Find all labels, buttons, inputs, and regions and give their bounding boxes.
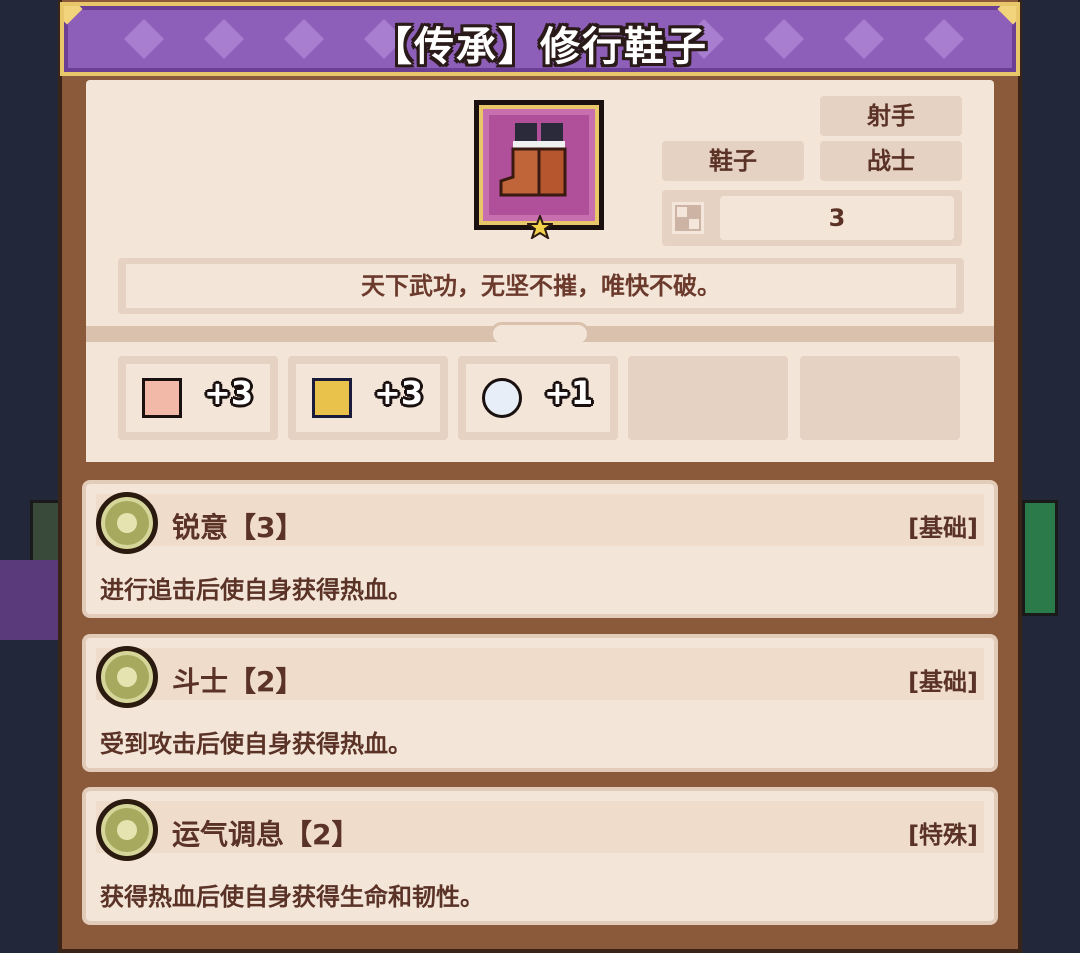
boots-icon[interactable] bbox=[474, 100, 604, 239]
background-glow bbox=[0, 560, 60, 640]
flavor-text: 天下武功，无坚不摧，唯快不破。 bbox=[126, 264, 956, 308]
skill-card[interactable]: 斗士【2】 [基础] 受到攻击后使自身获得热血。 bbox=[86, 638, 994, 768]
stack-row: 3 bbox=[662, 190, 962, 246]
stat-slot-empty-2 bbox=[800, 356, 960, 440]
stat-value-3: +1 bbox=[544, 374, 594, 412]
stat-slot-empty-1 bbox=[628, 356, 788, 440]
medal-icon bbox=[96, 492, 158, 554]
skill-card[interactable]: 运气调息【2】 [特殊] 获得热血后使自身获得生命和韧性。 bbox=[86, 791, 994, 921]
skill-card[interactable]: 锐意【3】 [基础] 进行追击后使自身获得热血。 bbox=[86, 484, 994, 614]
skill-name: 运气调息【2】 bbox=[172, 818, 360, 851]
stat-value-1: +3 bbox=[204, 374, 254, 412]
stat-slot-3: +1 bbox=[458, 356, 618, 440]
skill-type: [基础] bbox=[908, 514, 978, 542]
feather-icon bbox=[482, 378, 522, 418]
medal-icon bbox=[96, 799, 158, 861]
skill-name: 斗士【2】 bbox=[172, 665, 304, 698]
skill-type: [基础] bbox=[908, 668, 978, 696]
tag-class-warrior: 战士 bbox=[820, 141, 962, 181]
flavor-box: 天下武功，无坚不摧，唯快不破。 bbox=[118, 258, 964, 314]
boot-icon bbox=[312, 378, 352, 418]
skill-description: 受到攻击后使自身获得热血。 bbox=[100, 730, 412, 758]
title-bar: 【传承】修行鞋子 bbox=[60, 2, 1020, 76]
fist-icon bbox=[142, 378, 182, 418]
tag-item-type: 鞋子 bbox=[662, 141, 804, 181]
skill-description: 获得热血后使自身获得生命和韧性。 bbox=[100, 883, 484, 911]
skill-type: [特殊] bbox=[908, 821, 978, 849]
medal-icon bbox=[96, 646, 158, 708]
star-icon bbox=[527, 215, 553, 239]
item-title: 【传承】修行鞋子 bbox=[372, 24, 708, 70]
skill-description: 进行追击后使自身获得热血。 bbox=[100, 576, 412, 604]
grid-icon bbox=[672, 202, 704, 234]
stat-value-2: +3 bbox=[374, 374, 424, 412]
skill-name: 锐意【3】 bbox=[172, 511, 304, 544]
stat-slot-2: +3 bbox=[288, 356, 448, 440]
tag-class-archer: 射手 bbox=[820, 96, 962, 136]
background-right-deco bbox=[1022, 500, 1058, 616]
stack-value: 3 bbox=[720, 196, 954, 240]
stat-slot-1: +3 bbox=[118, 356, 278, 440]
